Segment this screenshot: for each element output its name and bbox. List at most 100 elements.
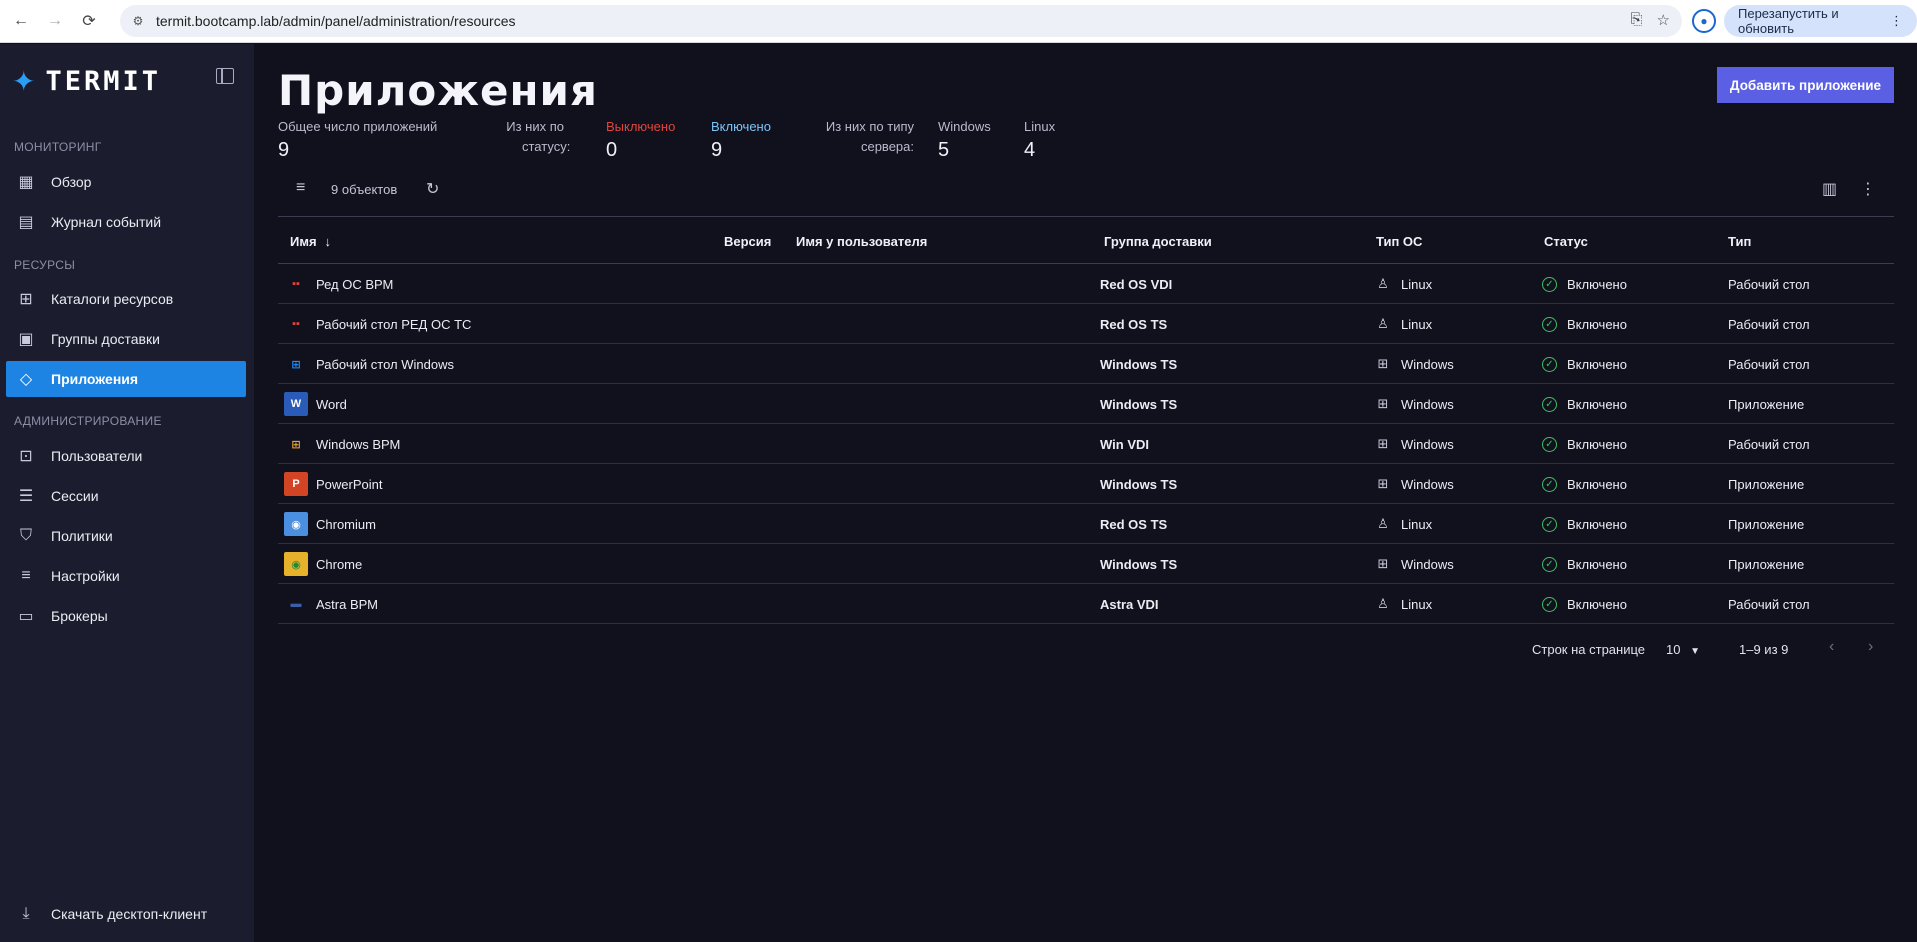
- os-label: Windows: [1401, 356, 1454, 372]
- sidebar-item-brokers[interactable]: ▭ Брокеры: [6, 598, 246, 634]
- sidebar-item-users[interactable]: ⊡ Пользователи: [6, 438, 246, 474]
- relaunch-button[interactable]: Перезапустить и обновить ⋮: [1724, 5, 1917, 37]
- reload-icon[interactable]: ⟳: [76, 8, 102, 34]
- cell-status: ✓ Включено: [1542, 504, 1627, 544]
- cell-type: Рабочий стол: [1728, 356, 1810, 372]
- sidebar-item-sessions[interactable]: ☰ Сессии: [6, 478, 246, 514]
- kebab-menu-icon[interactable]: ⋮: [1890, 13, 1903, 29]
- check-circle-icon: ✓: [1542, 356, 1557, 372]
- add-application-button[interactable]: Добавить приложение: [1717, 67, 1894, 103]
- check-circle-icon: ✓: [1542, 276, 1557, 292]
- check-circle-icon: ✓: [1542, 396, 1557, 412]
- cell-delivery-group: Red OS TS: [1100, 316, 1168, 332]
- check-circle-icon: ✓: [1542, 476, 1557, 492]
- address-bar[interactable]: ⚙ termit.bootcamp.lab/admin/panel/admini…: [120, 5, 1682, 37]
- app-name: Chrome: [316, 556, 363, 572]
- status-label: Включено: [1567, 556, 1627, 572]
- os-label: Linux: [1401, 316, 1433, 332]
- status-label: Включено: [1567, 436, 1627, 452]
- column-header-name[interactable]: Имя ↓: [290, 217, 331, 265]
- cell-delivery-group: Windows TS: [1100, 396, 1178, 412]
- sidebar-item-event-log[interactable]: ▤ Журнал событий: [6, 204, 246, 240]
- cell-type: Рабочий стол: [1728, 316, 1810, 332]
- windows-os-icon: ⊞: [1377, 356, 1389, 371]
- profile-icon[interactable]: ●: [1692, 9, 1716, 33]
- forward-icon[interactable]: →: [42, 8, 68, 34]
- table-row[interactable]: W Word Windows TS ⊞ Windows ✓ Включено П…: [278, 384, 1894, 424]
- sidebar-item-overview[interactable]: ▦ Обзор: [6, 164, 246, 200]
- cell-status: ✓ Включено: [1542, 544, 1627, 584]
- collapse-sidebar-icon[interactable]: [216, 68, 234, 84]
- policy-icon: ⛉: [19, 527, 32, 544]
- table-row[interactable]: ⊞ Windows ВРМ Win VDI ⊞ Windows ✓ Включе…: [278, 424, 1894, 464]
- column-header-version[interactable]: Версия: [724, 217, 771, 265]
- install-app-icon[interactable]: ⎘: [1631, 11, 1643, 29]
- cell-name: ▪▪ Ред ОС ВРМ: [284, 264, 393, 304]
- next-page-icon[interactable]: ›: [1868, 638, 1873, 656]
- redos-icon: ▪▪: [292, 318, 300, 330]
- table-row[interactable]: ⊞ Рабочий стол Windows Windows TS ⊞ Wind…: [278, 344, 1894, 384]
- column-header-status[interactable]: Статус: [1544, 217, 1588, 265]
- sort-arrow-down-icon[interactable]: ↓: [325, 234, 332, 249]
- section-monitoring: МОНИТОРИНГ: [14, 140, 102, 154]
- cell-status: ✓ Включено: [1542, 264, 1627, 304]
- event-log-icon: ▤: [18, 214, 34, 231]
- sidebar-item-label: Обзор: [51, 174, 92, 190]
- column-header-delivery-group[interactable]: Группа доставки: [1104, 217, 1212, 265]
- table-header: Имя ↓ Версия Имя у пользователя Группа д…: [278, 216, 1894, 264]
- sidebar-item-label: Сессии: [51, 488, 99, 504]
- back-icon[interactable]: ←: [8, 8, 34, 34]
- cell-type: Приложение: [1728, 516, 1805, 532]
- stat-windows-value: 5: [938, 139, 950, 161]
- table-row[interactable]: ◉ Chrome Windows TS ⊞ Windows ✓ Включено…: [278, 544, 1894, 584]
- rows-per-page-select[interactable]: 10 ▼: [1666, 642, 1700, 657]
- cell-type: Приложение: [1728, 396, 1805, 412]
- table-row[interactable]: ◉ Chromium Red OS TS ♙ Linux ✓ Включено …: [278, 504, 1894, 544]
- url-text: termit.bootcamp.lab/admin/panel/administ…: [156, 13, 516, 29]
- cell-type: Рабочий стол: [1728, 436, 1810, 452]
- logo-star-icon: ✦: [12, 65, 36, 97]
- chromium-icon: ◉: [284, 512, 308, 536]
- download-client-link[interactable]: ⤓ Скачать десктоп-клиент: [6, 896, 246, 932]
- site-info-icon[interactable]: ⚙: [130, 13, 146, 29]
- refresh-icon[interactable]: ↻: [426, 179, 439, 199]
- sidebar-item-applications[interactable]: ◇ Приложения: [6, 361, 246, 397]
- sidebar-item-delivery-groups[interactable]: ▣ Группы доставки: [6, 321, 246, 357]
- prev-page-icon[interactable]: ‹: [1829, 638, 1834, 656]
- status-label: Включено: [1567, 356, 1627, 372]
- columns-icon[interactable]: ▥: [1822, 179, 1837, 199]
- filter-icon[interactable]: ≡: [296, 179, 305, 197]
- sidebar-item-policies[interactable]: ⛉ Политики: [6, 518, 246, 554]
- download-icon: ⤓: [22, 905, 30, 922]
- linux-icon: ♙: [1377, 316, 1389, 331]
- cell-status: ✓ Включено: [1542, 384, 1627, 424]
- app-name: Рабочий стол Windows: [316, 356, 454, 372]
- more-options-icon[interactable]: ⋮: [1860, 179, 1876, 199]
- table-row[interactable]: ▪▪ Рабочий стол РЕД ОС ТС Red OS TS ♙ Li…: [278, 304, 1894, 344]
- sidebar-item-settings[interactable]: ≡ Настройки: [6, 558, 246, 594]
- cell-delivery-group: Red OS TS: [1100, 516, 1168, 532]
- table-row[interactable]: ▪▪ Ред ОС ВРМ Red OS VDI ♙ Linux ✓ Включ…: [278, 264, 1894, 304]
- bookmark-star-icon[interactable]: ☆: [1657, 11, 1670, 29]
- stat-disabled-value: 0: [606, 139, 618, 161]
- object-count: 9 объектов: [331, 182, 398, 197]
- app-name: Ред ОС ВРМ: [316, 276, 394, 292]
- stat-linux-value: 4: [1024, 139, 1036, 161]
- cell-os: ⊞ Windows: [1375, 344, 1454, 384]
- stat-status-label-1: Из них по: [506, 119, 564, 134]
- cell-os: ⊞ Windows: [1375, 424, 1454, 464]
- table-row[interactable]: P PowerPoint Windows TS ⊞ Windows ✓ Вклю…: [278, 464, 1894, 504]
- app-name: Рабочий стол РЕД ОС ТС: [316, 316, 472, 332]
- sidebar-item-label: Брокеры: [51, 608, 108, 624]
- sidebar-item-catalogs[interactable]: ⊞ Каталоги ресурсов: [6, 281, 246, 317]
- os-label: Linux: [1401, 596, 1433, 612]
- cell-os: ♙ Linux: [1375, 504, 1432, 544]
- column-header-user-name[interactable]: Имя у пользователя: [796, 217, 927, 265]
- table-row[interactable]: ▬ Astra ВРМ Astra VDI ♙ Linux ✓ Включено…: [278, 584, 1894, 624]
- column-header-os-type[interactable]: Тип ОС: [1376, 217, 1422, 265]
- users-icon: ⊡: [19, 448, 33, 465]
- apps-icon: ◇: [19, 371, 33, 388]
- windows-xp-icon: ⊞: [291, 438, 301, 451]
- windows-icon: ⊞: [291, 358, 301, 371]
- column-header-type[interactable]: Тип: [1728, 217, 1751, 265]
